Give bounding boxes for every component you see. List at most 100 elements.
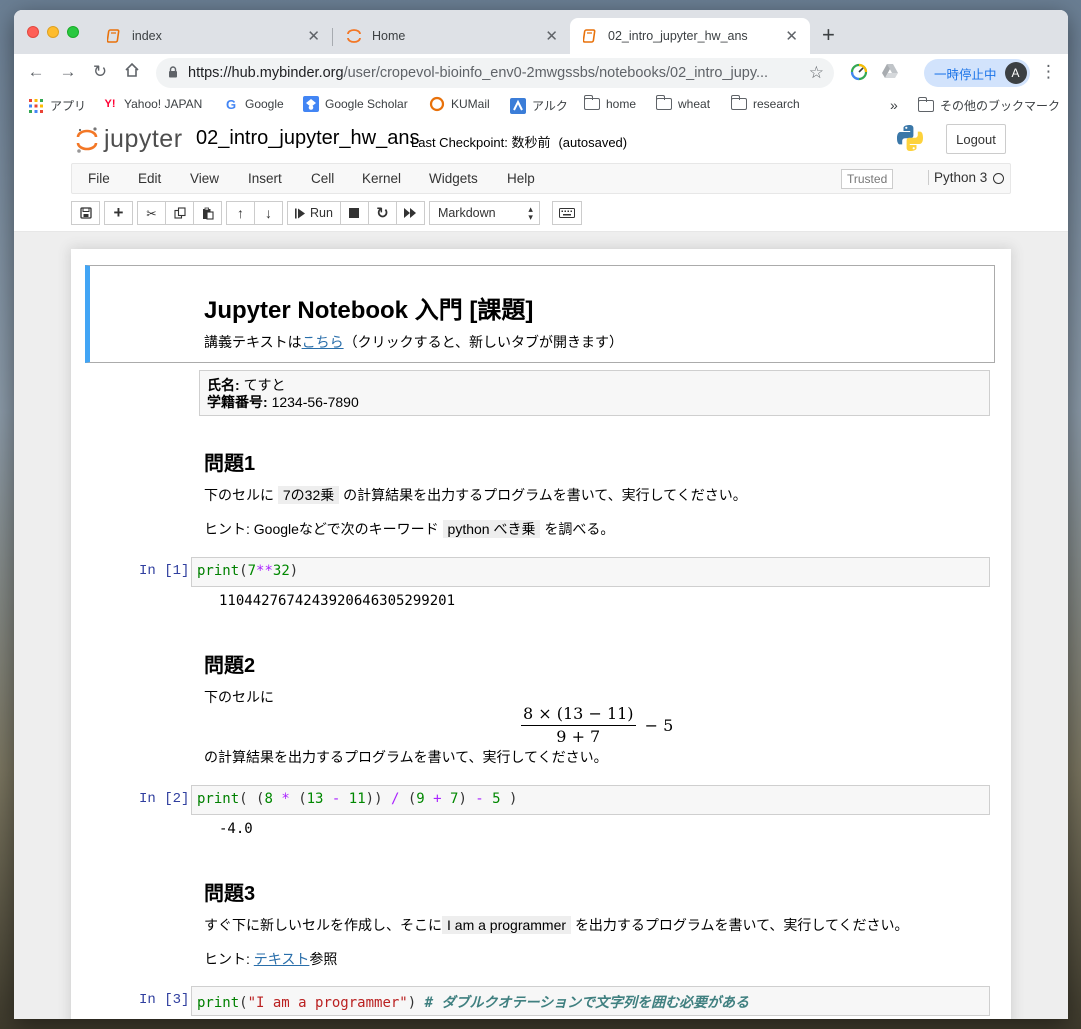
address-bar[interactable]: https://hub.mybinder.org/user/cropevol-b… [156, 58, 834, 88]
stop-icon [349, 208, 360, 218]
notebook-toolbar: + ✂ ↑ ↓ Run ↻ Markdown ▴ ▾ [71, 201, 582, 225]
q1-code-cell[interactable]: print(7**32) [191, 557, 990, 587]
intro-text: 講義テキストはこちら（クリックすると、新しいタブが開きます） [204, 332, 623, 352]
bookmark-label: Google Scholar [325, 97, 408, 111]
autosaved-text: (autosaved) [558, 135, 628, 150]
kernel-name[interactable]: Python 3 [928, 170, 987, 185]
tab-title: 02_intro_jupyter_hw_ans [608, 29, 748, 43]
restart-run-all-button[interactable] [395, 201, 425, 225]
bookmark-overflow[interactable]: » [890, 97, 898, 113]
url-host: https://hub.mybinder.org [188, 65, 344, 81]
tab-title: Home [372, 29, 406, 43]
menu-insert[interactable]: Insert [248, 171, 282, 186]
close-tab-icon[interactable]: ✕ [785, 27, 798, 45]
bookmark-star-icon[interactable]: ☆ [809, 63, 824, 83]
notebook-name[interactable]: 02_intro_jupyter_hw_ans [196, 127, 420, 150]
q1-hint-code: python べき乗 [442, 520, 541, 538]
q1-instruction: 下のセルに 7の32乗 の計算結果を出力するプログラムを書いて、実行してください… [204, 485, 747, 505]
command-palette-button[interactable] [551, 201, 582, 225]
bookmark-kumail[interactable]: KUMail [429, 96, 490, 112]
bookmark-label: research [753, 97, 800, 111]
save-button[interactable] [71, 201, 100, 225]
bookmark-label: アルク [532, 99, 568, 113]
jupyter-logo[interactable]: jupyter [76, 125, 183, 154]
student-info-cell[interactable]: 氏名: てすと 学籍番号: 1234-56-7890 [199, 370, 990, 416]
forward-arrow-icon[interactable]: → [57, 62, 79, 82]
profile-pause-button[interactable]: 一時停止中 A [924, 59, 1030, 87]
selected-markdown-cell[interactable]: Jupyter Notebook 入門 [課題] 講義テキストはこちら（クリック… [85, 265, 995, 363]
q2-code-cell[interactable]: print( (8 * (13 - 11)) / (9 + 7) - 5 ) [191, 785, 990, 815]
lecture-text-link[interactable]: こちら [302, 334, 344, 350]
student-id-value: 1234-56-7890 [271, 394, 359, 410]
menu-view[interactable]: View [190, 171, 219, 186]
cell-type-select[interactable]: Markdown ▴ ▾ [428, 201, 540, 225]
bookmark-other[interactable]: その他のブックマーク [917, 96, 1060, 114]
tab-home[interactable]: Home ✕ [334, 18, 570, 54]
bookmark-label: home [606, 97, 637, 111]
menu-cell[interactable]: Cell [311, 171, 334, 186]
extension-icon[interactable] [850, 63, 870, 83]
interrupt-button[interactable] [339, 201, 369, 225]
move-down-button[interactable]: ↓ [254, 201, 283, 225]
select-arrows-icon: ▴ ▾ [528, 204, 533, 222]
menu-kernel[interactable]: Kernel [362, 171, 401, 186]
bookmark-apps[interactable]: アプリ [28, 97, 86, 114]
insert-cell-button[interactable]: + [104, 201, 133, 225]
menu-help[interactable]: Help [507, 171, 535, 186]
bookmark-research[interactable]: research [730, 95, 800, 111]
run-button[interactable]: Run [287, 201, 341, 225]
move-up-button[interactable]: ↑ [226, 201, 255, 225]
q3-code-cell[interactable]: print("I am a programmer") # ダブルクオテーションで… [191, 986, 990, 1016]
bookmark-alc[interactable]: アルク [510, 97, 568, 114]
folder-icon [730, 95, 747, 111]
zoom-window-button[interactable] [67, 26, 79, 38]
tab-separator [332, 28, 333, 46]
restart-button[interactable]: ↻ [367, 201, 397, 225]
lock-icon [168, 65, 178, 81]
paste-icon [202, 207, 214, 220]
bookmark-wheat[interactable]: wheat [655, 95, 710, 111]
keyboard-icon [558, 208, 575, 218]
folder-icon [655, 95, 672, 111]
new-tab-icon[interactable]: + [822, 22, 835, 48]
formula-tail: − 5 [644, 715, 674, 735]
kumail-icon [429, 96, 445, 112]
q1-heading: 問題1 [204, 453, 256, 475]
bookmark-home[interactable]: home [583, 95, 637, 111]
q1-in-prompt: In [1]: [139, 563, 198, 579]
menu-file[interactable]: File [88, 171, 110, 186]
minimize-window-button[interactable] [47, 26, 59, 38]
tab-index[interactable]: index ✕ [94, 18, 332, 54]
restart-icon: ↻ [376, 205, 389, 222]
paste-button[interactable] [193, 201, 222, 225]
q2-output: -4.0 [219, 821, 253, 837]
menu-widgets[interactable]: Widgets [429, 171, 478, 186]
close-window-button[interactable] [27, 26, 39, 38]
checkpoint-status: Last Checkpoint: 数秒前 (autosaved) [411, 132, 627, 151]
close-tab-icon[interactable]: ✕ [307, 27, 320, 45]
reload-icon[interactable]: ↻ [89, 62, 111, 82]
cut-button[interactable]: ✂ [137, 201, 166, 225]
logout-button[interactable]: Logout [946, 124, 1006, 154]
drive-icon[interactable] [881, 63, 901, 83]
home-icon[interactable] [121, 62, 143, 83]
trusted-badge[interactable]: Trusted [841, 169, 894, 189]
book-icon [106, 28, 122, 44]
text-reference-link[interactable]: テキスト [254, 951, 310, 967]
q3-p1-pre: すぐ下に新しいセルを作成し、そこに [204, 917, 442, 933]
copy-button[interactable] [165, 201, 194, 225]
q1-inline-code: 7の32乗 [277, 486, 340, 504]
q3-hint: ヒント: テキスト参照 [204, 949, 337, 969]
back-arrow-icon[interactable]: ← [25, 62, 47, 82]
bookmark-google-scholar[interactable]: Google Scholar [303, 96, 408, 112]
menu-edit[interactable]: Edit [138, 171, 161, 186]
q2-in-prompt: In [2]: [139, 791, 198, 807]
bookmark-google[interactable]: G Google [223, 97, 284, 112]
q3-in-prompt: In [3]: [139, 992, 198, 1008]
menu-kebab-icon[interactable]: ⋮ [1040, 62, 1057, 82]
close-tab-icon[interactable]: ✕ [545, 27, 558, 45]
kernel-idle-indicator-icon [993, 173, 1004, 184]
checkpoint-text: Last Checkpoint: 数秒前 [411, 135, 551, 150]
bookmark-yahoo[interactable]: Y! Yahoo! JAPAN [102, 97, 203, 111]
tab-notebook[interactable]: 02_intro_jupyter_hw_ans ✕ [570, 18, 810, 54]
